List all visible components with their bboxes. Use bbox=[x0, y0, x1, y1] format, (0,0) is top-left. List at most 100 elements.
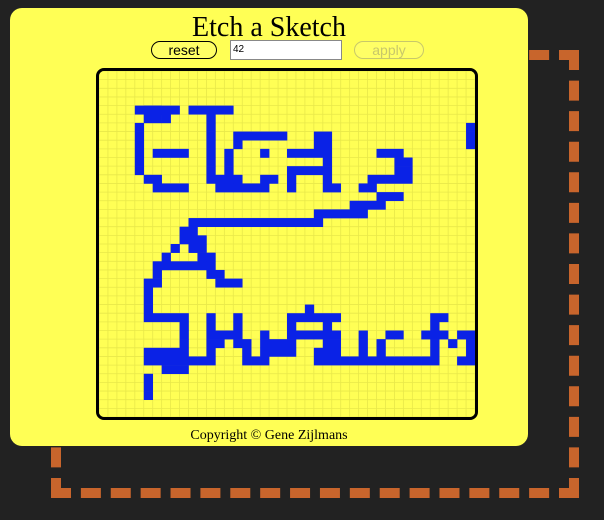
filled-cell[interactable] bbox=[152, 183, 189, 193]
filled-cell[interactable] bbox=[143, 114, 162, 124]
filled-cell[interactable] bbox=[206, 122, 216, 132]
sketch-board[interactable] bbox=[96, 68, 478, 420]
filled-cell[interactable] bbox=[134, 148, 145, 158]
filled-cell[interactable] bbox=[161, 114, 171, 124]
filled-cell[interactable] bbox=[179, 321, 189, 331]
filled-cell[interactable] bbox=[143, 287, 154, 297]
filled-cell[interactable] bbox=[233, 131, 288, 141]
filled-cell[interactable] bbox=[233, 321, 243, 331]
filled-cell[interactable] bbox=[287, 174, 297, 184]
filled-cell[interactable] bbox=[466, 140, 475, 150]
filled-cell[interactable] bbox=[206, 321, 216, 331]
filled-cell[interactable] bbox=[161, 365, 189, 375]
filled-cell[interactable] bbox=[170, 244, 180, 253]
filled-cell[interactable] bbox=[466, 131, 475, 141]
filled-cell[interactable] bbox=[179, 235, 207, 245]
filled-cell[interactable] bbox=[206, 148, 216, 158]
filled-cell[interactable] bbox=[242, 356, 270, 366]
filled-cell[interactable] bbox=[206, 347, 216, 357]
filled-cell[interactable] bbox=[188, 218, 324, 227]
filled-cell[interactable] bbox=[233, 140, 243, 150]
filled-cell[interactable] bbox=[394, 166, 413, 176]
filled-cell[interactable] bbox=[260, 148, 270, 158]
filled-cell[interactable] bbox=[143, 347, 189, 357]
filled-cell[interactable] bbox=[134, 122, 145, 132]
filled-cell[interactable] bbox=[313, 209, 368, 219]
filled-cell[interactable] bbox=[233, 339, 252, 349]
filled-cell[interactable] bbox=[206, 339, 225, 349]
filled-cell[interactable] bbox=[376, 347, 386, 357]
filled-cell[interactable] bbox=[206, 261, 216, 271]
filled-cell[interactable] bbox=[206, 174, 225, 184]
filled-cell[interactable] bbox=[322, 339, 342, 349]
filled-cell[interactable] bbox=[313, 347, 342, 357]
filled-cell[interactable] bbox=[260, 330, 270, 340]
filled-cell[interactable] bbox=[188, 244, 207, 253]
filled-cell[interactable] bbox=[385, 330, 404, 340]
filled-cell[interactable] bbox=[143, 382, 154, 392]
filled-cell[interactable] bbox=[287, 313, 342, 323]
filled-cell[interactable] bbox=[224, 157, 234, 167]
filled-cell[interactable] bbox=[287, 330, 342, 340]
filled-cell[interactable] bbox=[161, 252, 171, 262]
filled-cell[interactable] bbox=[206, 131, 216, 141]
filled-cell[interactable] bbox=[457, 356, 475, 366]
filled-cell[interactable] bbox=[367, 174, 413, 184]
filled-cell[interactable] bbox=[143, 278, 162, 288]
filled-cell[interactable] bbox=[322, 157, 333, 167]
filled-cell[interactable] bbox=[242, 347, 252, 357]
filled-cell[interactable] bbox=[233, 183, 270, 193]
filled-cell[interactable] bbox=[134, 157, 145, 167]
filled-cell[interactable] bbox=[206, 313, 216, 323]
filled-cell[interactable] bbox=[134, 166, 145, 176]
filled-cell[interactable] bbox=[179, 330, 189, 340]
filled-cell[interactable] bbox=[322, 174, 333, 184]
filled-cell[interactable] bbox=[313, 140, 333, 150]
filled-cell[interactable] bbox=[206, 269, 225, 279]
filled-cell[interactable] bbox=[358, 347, 368, 357]
filled-cell[interactable] bbox=[376, 192, 404, 202]
filled-cell[interactable] bbox=[206, 114, 216, 124]
filled-cell[interactable] bbox=[322, 183, 342, 193]
filled-cell[interactable] bbox=[457, 330, 475, 340]
filled-cell[interactable] bbox=[322, 321, 333, 331]
filled-cell[interactable] bbox=[376, 148, 404, 158]
filled-cell[interactable] bbox=[448, 339, 458, 349]
filled-cell[interactable] bbox=[206, 330, 243, 340]
filled-cell[interactable] bbox=[224, 166, 234, 176]
filled-cell[interactable] bbox=[215, 183, 234, 193]
filled-cell[interactable] bbox=[224, 148, 234, 158]
grid-size-input[interactable]: 42 bbox=[230, 40, 342, 60]
filled-cell[interactable] bbox=[430, 321, 440, 331]
filled-cell[interactable] bbox=[179, 226, 198, 236]
filled-cell[interactable] bbox=[260, 339, 297, 349]
filled-cell[interactable] bbox=[394, 157, 413, 167]
filled-cell[interactable] bbox=[206, 166, 216, 176]
filled-cell[interactable] bbox=[134, 140, 145, 150]
filled-cell[interactable] bbox=[313, 131, 333, 141]
filled-cell[interactable] bbox=[421, 330, 449, 340]
filled-cell[interactable] bbox=[358, 339, 368, 349]
filled-cell[interactable] bbox=[430, 313, 449, 323]
filled-cell[interactable] bbox=[224, 174, 243, 184]
filled-cell[interactable] bbox=[466, 339, 475, 349]
filled-cell[interactable] bbox=[349, 200, 386, 210]
filled-cell[interactable] bbox=[215, 278, 243, 288]
sketch-grid[interactable] bbox=[99, 71, 475, 417]
filled-cell[interactable] bbox=[466, 347, 475, 357]
filled-cell[interactable] bbox=[385, 356, 440, 366]
filled-cell[interactable] bbox=[233, 313, 243, 323]
filled-cell[interactable] bbox=[304, 304, 315, 314]
filled-cell[interactable] bbox=[143, 295, 154, 305]
filled-cell[interactable] bbox=[206, 140, 216, 150]
filled-cell[interactable] bbox=[143, 304, 154, 314]
filled-cell[interactable] bbox=[430, 339, 440, 349]
filled-cell[interactable] bbox=[152, 261, 207, 271]
filled-cell[interactable] bbox=[430, 347, 440, 357]
filled-cell[interactable] bbox=[206, 157, 216, 167]
filled-cell[interactable] bbox=[466, 122, 475, 132]
filled-cell[interactable] bbox=[260, 347, 297, 357]
filled-cell[interactable] bbox=[260, 174, 279, 184]
filled-cell[interactable] bbox=[179, 339, 189, 349]
filled-cell[interactable] bbox=[197, 252, 216, 262]
